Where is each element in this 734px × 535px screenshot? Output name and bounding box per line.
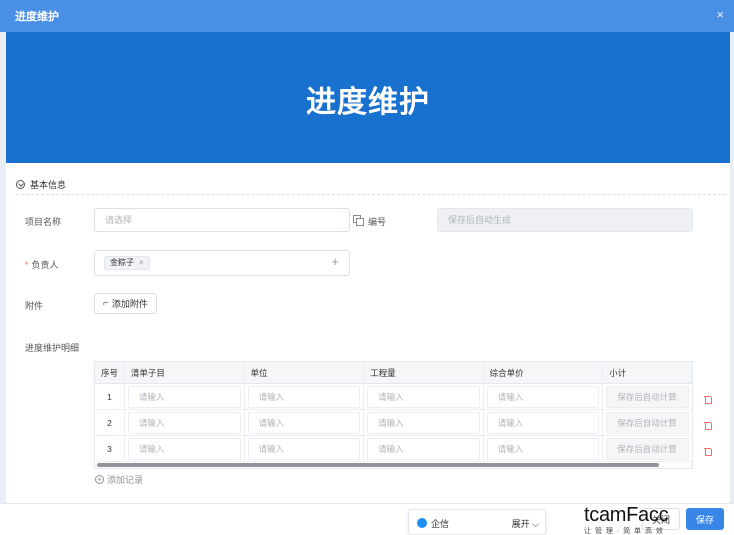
quantity-input[interactable]: 请输入 (367, 437, 480, 460)
row-index: 1 (95, 384, 125, 409)
project-name-select[interactable]: 请选择 (94, 208, 350, 232)
unit-cell: 请输入 (245, 410, 365, 435)
delete-row-icon[interactable] (703, 447, 712, 456)
price-cell: 请输入 (484, 436, 604, 461)
quantity-input[interactable]: 请输入 (367, 411, 480, 434)
header-index: 序号 (95, 362, 125, 383)
table-row: 3 请输入 请输入 请输入 请输入 保存后自动计算 (95, 436, 692, 462)
unit-cell: 请输入 (245, 384, 365, 409)
price-cell: 请输入 (484, 384, 604, 409)
code-field: 保存后自动生成 (437, 208, 693, 232)
details-table: 序号 清单子目 单位 工程量 综合单价 小计 1 请输入 请输入 请输入 请输入… (94, 361, 693, 469)
price-input[interactable]: 请输入 (486, 437, 600, 460)
save-button[interactable]: 保存 (686, 508, 724, 530)
quantity-cell: 请输入 (364, 410, 484, 435)
chat-icon (417, 518, 427, 528)
subtotal-field: 保存后自动计算 (606, 411, 689, 434)
add-record-label: 添加记录 (107, 475, 144, 485)
owner-label-text: 负责人 (31, 260, 59, 270)
owner-field[interactable]: 金粽子 × + (94, 250, 350, 276)
header-banner: 进度维护 (6, 32, 730, 163)
delete-row-icon[interactable] (703, 421, 712, 430)
add-record-button[interactable]: + 添加记录 (95, 473, 143, 486)
table-header: 序号 清单子目 单位 工程量 综合单价 小计 (95, 362, 692, 384)
quantity-cell: 请输入 (364, 436, 484, 461)
details-label: 进度维护明细 (25, 343, 80, 353)
qixin-chat-widget[interactable]: 企信 展开 ⌵ (408, 509, 546, 535)
item-input[interactable]: 请输入 (127, 437, 241, 460)
window-titlebar: 进度维护 × (0, 0, 734, 32)
frame-right (730, 32, 734, 510)
add-owner-icon[interactable]: + (331, 254, 339, 270)
banner-title: 进度维护 (306, 86, 430, 119)
owner-label: * 负责人 (25, 258, 59, 271)
quantity-input[interactable]: 请输入 (367, 385, 480, 408)
tag-close-icon[interactable]: × (139, 257, 144, 269)
copy-icon (353, 215, 364, 226)
table-row: 1 请输入 请输入 请输入 请输入 保存后自动计算 (95, 384, 692, 410)
table-row: 2 请输入 请输入 请输入 请输入 保存后自动计算 (95, 410, 692, 436)
plus-circle-icon: + (95, 475, 104, 484)
code-label: 编号 (368, 217, 387, 227)
section-title: 基本信息 (30, 179, 67, 190)
chat-name: 企信 (431, 519, 450, 529)
unit-input[interactable]: 请输入 (247, 385, 361, 408)
header-unit: 单位 (244, 362, 365, 383)
item-cell: 请输入 (125, 436, 245, 461)
attachment-label: 附件 (25, 301, 44, 311)
unit-input[interactable]: 请输入 (247, 411, 361, 434)
add-attachment-label: 添加附件 (111, 299, 148, 309)
price-cell: 请输入 (484, 410, 604, 435)
add-attachment-button[interactable]: ⌐ 添加附件 (94, 293, 157, 314)
form-content: 基本信息 项目名称 请选择 编号 保存后自动生成 * 负责人 金粽子 × + 附件 … (6, 163, 730, 503)
brand-watermark: tcamFacc (584, 504, 669, 526)
header-subtotal: 小计 (609, 367, 627, 378)
subtotal-cell: 保存后自动计算 (603, 384, 692, 409)
chevron-down-icon (16, 179, 25, 189)
unit-input[interactable]: 请输入 (247, 437, 361, 460)
header-price: 综合单价 (484, 362, 604, 383)
table-scrollbar[interactable] (95, 462, 692, 468)
item-cell: 请输入 (125, 410, 245, 435)
scrollbar-thumb[interactable] (97, 463, 659, 467)
header-item: 清单子目 (125, 362, 245, 383)
section-toggle[interactable]: 基本信息 (16, 177, 66, 191)
item-input[interactable]: 请输入 (127, 411, 241, 434)
item-cell: 请输入 (125, 384, 245, 409)
subtotal-cell: 保存后自动计算 (603, 436, 692, 461)
owner-tag-label: 金粽子 (110, 258, 134, 267)
window-title: 进度维护 (15, 11, 59, 23)
subtotal-cell: 保存后自动计算 (603, 410, 692, 435)
delete-row-icon[interactable] (703, 395, 712, 404)
chat-expand-button[interactable]: 展开 ⌵ (512, 517, 539, 530)
price-input[interactable]: 请输入 (486, 411, 600, 434)
subtotal-field: 保存后自动计算 (606, 385, 689, 408)
quantity-cell: 请输入 (364, 384, 484, 409)
row-index: 3 (95, 436, 125, 461)
owner-tag: 金粽子 × (104, 256, 150, 270)
close-icon[interactable]: × (716, 7, 724, 23)
required-mark: * (25, 260, 29, 270)
footer-bar: 企信 展开 ⌵ 关闭 保存 tcamFacc 让 管 理 · 简 单 高 效 (0, 503, 734, 535)
price-input[interactable]: 请输入 (486, 385, 600, 408)
header-quantity: 工程量 (364, 362, 484, 383)
unit-cell: 请输入 (245, 436, 365, 461)
brand-slogan: 让 管 理 · 简 单 高 效 (584, 528, 664, 535)
item-input[interactable]: 请输入 (127, 385, 241, 408)
section-divider (16, 194, 726, 195)
subtotal-field: 保存后自动计算 (606, 437, 689, 460)
row-index: 2 (95, 410, 125, 435)
project-name-label: 项目名称 (25, 217, 62, 227)
paperclip-icon: ⌐ (103, 298, 109, 309)
